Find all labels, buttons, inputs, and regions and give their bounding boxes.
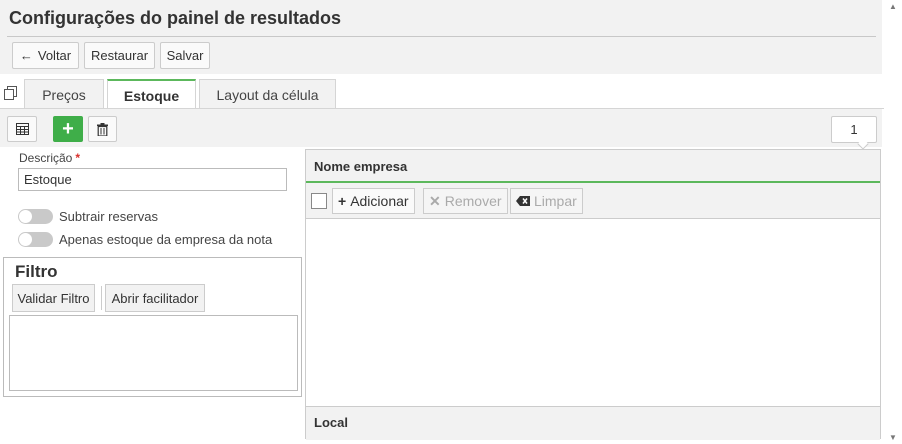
backspace-icon [516, 196, 530, 206]
location-header-label: Local [314, 415, 348, 430]
add-company-label: Adicionar [350, 193, 409, 209]
copy-icon[interactable] [4, 86, 17, 100]
filter-button-divider [101, 286, 102, 310]
toggle-switch[interactable] [18, 209, 53, 224]
arrow-left-icon: ← [19, 48, 33, 63]
back-button[interactable]: ← Voltar [12, 42, 79, 69]
clear-companies-button[interactable]: Limpar [510, 188, 583, 214]
page-title: Configurações do painel de resultados [9, 8, 342, 28]
required-marker: * [75, 151, 81, 165]
scroll-down-icon[interactable]: ▼ [889, 433, 897, 442]
filter-textarea[interactable] [9, 315, 298, 391]
toggle-company-stock-only[interactable]: Apenas estoque da empresa da nota [18, 232, 272, 247]
add-button[interactable]: + [53, 116, 83, 142]
toggle-subtract-reservations[interactable]: Subtrair reservas [18, 209, 158, 224]
description-label: Descrição * [19, 151, 80, 165]
remove-company-label: Remover [444, 193, 502, 209]
company-panel-header: Nome empresa [306, 150, 880, 183]
company-list [306, 219, 880, 406]
tab-layout-da-celula[interactable]: Layout da célula [199, 79, 336, 109]
toggle-label: Apenas estoque da empresa da nota [59, 232, 273, 247]
tab-precos[interactable]: Preços [24, 79, 104, 109]
description-input[interactable] [18, 168, 287, 191]
description-label-text: Descrição [19, 151, 73, 165]
tab-estoque[interactable]: Estoque [107, 79, 196, 110]
remove-company-button[interactable]: ✕ Remover [423, 188, 508, 214]
company-panel-toolbar: + Adicionar ✕ Remover Limpar [306, 183, 880, 219]
company-name-header: Nome empresa [314, 159, 408, 174]
filter-section: Filtro Validar Filtro Abrir facilitador [3, 257, 302, 397]
table-icon [15, 123, 29, 135]
scroll-up-icon[interactable]: ▲ [889, 2, 897, 11]
plus-icon: + [338, 193, 347, 209]
close-icon: ✕ [429, 192, 441, 209]
toggle-switch[interactable] [18, 232, 53, 247]
validate-filter-button[interactable]: Validar Filtro [12, 284, 95, 312]
toggle-label: Subtrair reservas [59, 209, 158, 224]
back-button-label: Voltar [37, 48, 72, 63]
delete-button[interactable] [88, 116, 117, 142]
restore-button[interactable]: Restaurar [84, 42, 155, 69]
save-button[interactable]: Salvar [160, 42, 210, 69]
select-all-checkbox[interactable] [311, 193, 327, 209]
record-toolbar: + [0, 109, 882, 147]
company-panel: Nome empresa + Adicionar ✕ Remover Limpa… [305, 149, 881, 440]
filter-title: Filtro [15, 262, 58, 281]
open-helper-button[interactable]: Abrir facilitador [105, 284, 205, 312]
add-company-button[interactable]: + Adicionar [332, 188, 415, 214]
clear-companies-label: Limpar [534, 193, 577, 209]
title-divider [7, 36, 876, 37]
table-view-button[interactable] [7, 116, 37, 142]
record-counter: 1 [831, 116, 877, 143]
page-scrollbar[interactable]: ▲ ▼ [885, 0, 902, 444]
location-section-header: Local [306, 406, 880, 440]
plus-icon: + [62, 117, 74, 140]
trash-icon [97, 122, 108, 136]
